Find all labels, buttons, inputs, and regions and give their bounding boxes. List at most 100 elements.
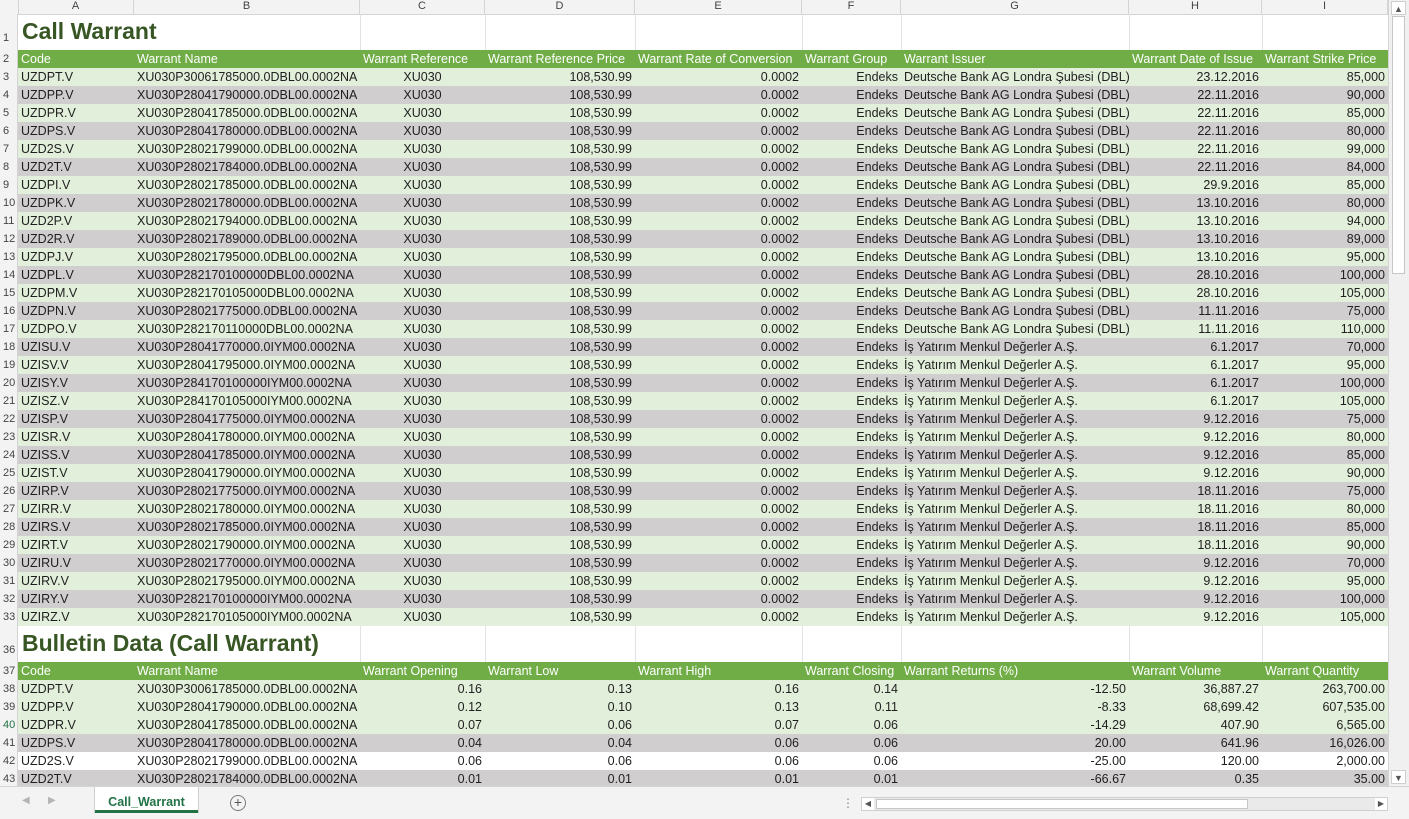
- cell[interactable]: 108,530.99: [485, 86, 635, 104]
- cell[interactable]: 108,530.99: [485, 212, 635, 230]
- cell[interactable]: 80,000: [1262, 122, 1388, 140]
- cell[interactable]: Endeks: [802, 500, 901, 518]
- row-number[interactable]: 2: [0, 50, 18, 68]
- cell[interactable]: XU030: [360, 410, 485, 428]
- cell[interactable]: XU030P28021785000.0IYM00.0002NA: [134, 518, 360, 536]
- cell[interactable]: XU030P28041790000.0IYM00.0002NA: [134, 464, 360, 482]
- cell[interactable]: 85,000: [1262, 446, 1388, 464]
- cell[interactable]: 108,530.99: [485, 230, 635, 248]
- cell[interactable]: Endeks: [802, 518, 901, 536]
- cell[interactable]: Deutsche Bank AG Londra Şubesi (DBL): [901, 122, 1129, 140]
- cell[interactable]: Deutsche Bank AG Londra Şubesi (DBL): [901, 302, 1129, 320]
- cell[interactable]: 108,530.99: [485, 320, 635, 338]
- cell[interactable]: UZD2T.V: [18, 770, 134, 786]
- cell[interactable]: Endeks: [802, 428, 901, 446]
- cell[interactable]: 0.0002: [635, 572, 802, 590]
- row-number[interactable]: 21: [0, 392, 18, 410]
- column-header-c[interactable]: C: [360, 0, 485, 14]
- cell[interactable]: -25.00: [901, 752, 1129, 770]
- cell[interactable]: 13.10.2016: [1129, 248, 1262, 266]
- cell[interactable]: Endeks: [802, 338, 901, 356]
- cell[interactable]: XU030P28021789000.0DBL00.0002NA: [134, 230, 360, 248]
- cell[interactable]: XU030P28041785000.0DBL00.0002NA: [134, 716, 360, 734]
- row-number[interactable]: 16: [0, 302, 18, 320]
- row-number[interactable]: 43: [0, 770, 18, 786]
- cell[interactable]: 90,000: [1262, 86, 1388, 104]
- cell[interactable]: XU030: [360, 464, 485, 482]
- cell[interactable]: 0.0002: [635, 608, 802, 626]
- column-header-h[interactable]: H: [1129, 0, 1262, 14]
- cell[interactable]: 0.0002: [635, 302, 802, 320]
- cell[interactable]: 0.0002: [635, 266, 802, 284]
- cell[interactable]: 108,530.99: [485, 122, 635, 140]
- cell[interactable]: XU030P28021785000.0DBL00.0002NA: [134, 176, 360, 194]
- cell[interactable]: 89,000: [1262, 230, 1388, 248]
- cell[interactable]: XU030P28041790000.0DBL00.0002NA: [134, 698, 360, 716]
- cell[interactable]: Warrant Date of Issue: [1129, 50, 1262, 68]
- cell[interactable]: Warrant Returns (%): [901, 662, 1129, 680]
- cell[interactable]: Endeks: [802, 554, 901, 572]
- cell[interactable]: XU030: [360, 572, 485, 590]
- horizontal-scrollbar[interactable]: ◀ ▶: [861, 797, 1388, 811]
- cell[interactable]: İş Yatırım Menkul Değerler A.Ş.: [901, 446, 1129, 464]
- cell[interactable]: İş Yatırım Menkul Değerler A.Ş.: [901, 500, 1129, 518]
- cell[interactable]: XU030P282170100000IYM00.0002NA: [134, 590, 360, 608]
- cell[interactable]: Endeks: [802, 122, 901, 140]
- cell[interactable]: 0.0002: [635, 230, 802, 248]
- cell[interactable]: 36,887.27: [1129, 680, 1262, 698]
- cell[interactable]: XU030P28041785000.0DBL00.0002NA: [134, 104, 360, 122]
- cell[interactable]: 108,530.99: [485, 284, 635, 302]
- cell[interactable]: UZIRV.V: [18, 572, 134, 590]
- row-number[interactable]: 7: [0, 140, 18, 158]
- sheet-tab-call-warrant[interactable]: Call_Warrant: [95, 787, 198, 813]
- cell[interactable]: 110,000: [1262, 320, 1388, 338]
- cell[interactable]: 0.0002: [635, 464, 802, 482]
- row-number[interactable]: 36: [0, 626, 18, 662]
- cell[interactable]: 75,000: [1262, 410, 1388, 428]
- cell[interactable]: XU030: [360, 590, 485, 608]
- cell[interactable]: 9.12.2016: [1129, 608, 1262, 626]
- cell[interactable]: 108,530.99: [485, 302, 635, 320]
- cell[interactable]: XU030P28021795000.0DBL00.0002NA: [134, 248, 360, 266]
- cell[interactable]: 0.0002: [635, 392, 802, 410]
- row-number[interactable]: 4: [0, 86, 18, 104]
- cell[interactable]: XU030P28021780000.0IYM00.0002NA: [134, 500, 360, 518]
- cell[interactable]: XU030P28021780000.0DBL00.0002NA: [134, 194, 360, 212]
- cell[interactable]: 0.10: [485, 698, 635, 716]
- cell[interactable]: Warrant Issuer: [901, 50, 1129, 68]
- cell[interactable]: XU030P28041770000.0IYM00.0002NA: [134, 338, 360, 356]
- cell[interactable]: 16,026.00: [1262, 734, 1388, 752]
- cell[interactable]: UZIRY.V: [18, 590, 134, 608]
- cell[interactable]: XU030: [360, 428, 485, 446]
- cell[interactable]: 0.13: [635, 698, 802, 716]
- cell[interactable]: 6.1.2017: [1129, 356, 1262, 374]
- cell[interactable]: 85,000: [1262, 176, 1388, 194]
- cell[interactable]: XU030: [360, 446, 485, 464]
- cell[interactable]: XU030: [360, 158, 485, 176]
- cell[interactable]: XU030P28021799000.0DBL00.0002NA: [134, 752, 360, 770]
- cell[interactable]: 108,530.99: [485, 194, 635, 212]
- cell[interactable]: 108,530.99: [485, 392, 635, 410]
- cell[interactable]: UZDPT.V: [18, 680, 134, 698]
- cell[interactable]: 0.06: [635, 752, 802, 770]
- cell[interactable]: İş Yatırım Menkul Değerler A.Ş.: [901, 554, 1129, 572]
- cell[interactable]: Warrant Reference Price: [485, 50, 635, 68]
- row-number[interactable]: 27: [0, 500, 18, 518]
- cell[interactable]: 607,535.00: [1262, 698, 1388, 716]
- cell[interactable]: UZDPM.V: [18, 284, 134, 302]
- cell[interactable]: Deutsche Bank AG Londra Şubesi (DBL): [901, 86, 1129, 104]
- cell[interactable]: Endeks: [802, 446, 901, 464]
- row-number[interactable]: 17: [0, 320, 18, 338]
- cell[interactable]: XU030P28021790000.0IYM00.0002NA: [134, 536, 360, 554]
- row-number[interactable]: 33: [0, 608, 18, 626]
- cell[interactable]: 2,000.00: [1262, 752, 1388, 770]
- cell[interactable]: 70,000: [1262, 338, 1388, 356]
- cell[interactable]: UZD2T.V: [18, 158, 134, 176]
- cell[interactable]: XU030: [360, 554, 485, 572]
- cell[interactable]: Warrant Quantity: [1262, 662, 1388, 680]
- cell[interactable]: XU030P28041780000.0DBL00.0002NA: [134, 122, 360, 140]
- cell[interactable]: 0.06: [485, 752, 635, 770]
- row-number[interactable]: 37: [0, 662, 18, 680]
- cell[interactable]: 0.0002: [635, 410, 802, 428]
- cell[interactable]: 108,530.99: [485, 572, 635, 590]
